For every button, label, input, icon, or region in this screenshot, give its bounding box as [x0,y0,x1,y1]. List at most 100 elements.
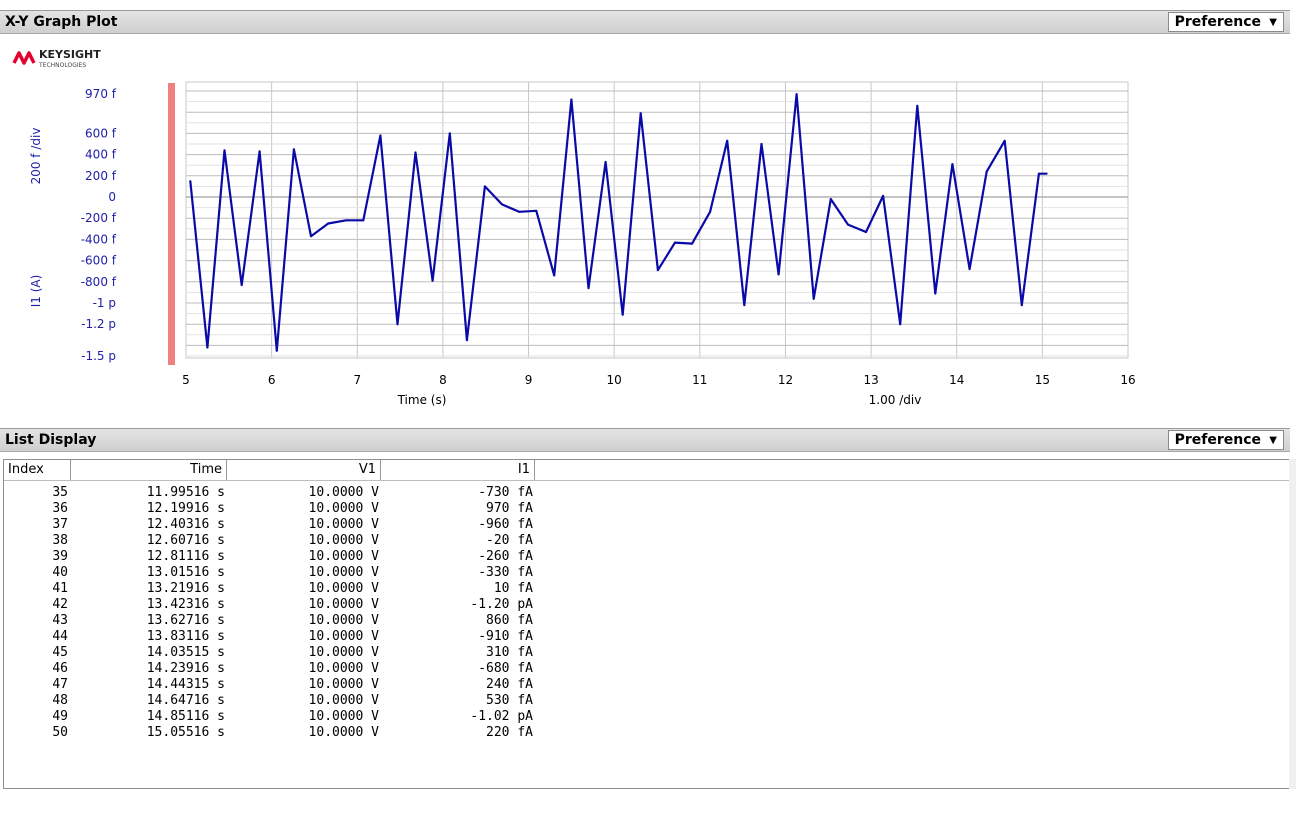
table-row[interactable]: 48 14.64716 s 10.0000 V 530 fA [4,693,1289,709]
list-display[interactable]: Index Time V1 I1 35 11.99516 s 10.0000 V -7… [3,459,1290,789]
table-row[interactable]: 49 14.85116 s 10.0000 V -1.02 pA [4,709,1289,725]
data-point [396,323,399,326]
cell-time: 12.40316 s [146,517,225,532]
data-point [553,274,556,277]
cell-v1: 10.0000 V [308,597,379,612]
chevron-down-icon: ▼ [1269,435,1277,446]
table-row[interactable]: 41 13.21916 s 10.0000 V 10 fA [4,581,1289,597]
data-point [777,273,780,276]
table-row[interactable]: 38 12.60716 s 10.0000 V -20 fA [4,533,1289,549]
table-row[interactable]: 44 13.83116 s 10.0000 V -910 fA [4,629,1289,645]
data-point [916,104,919,107]
cell-time: 14.44315 s [146,677,225,692]
cell-i1: -730 fA [478,485,533,500]
table-row[interactable]: 40 13.01516 s 10.0000 V -330 fA [4,565,1289,581]
list-column-headers: Index Time V1 I1 [4,460,1289,481]
data-point [431,279,434,282]
cell-i1: -680 fA [478,661,533,676]
table-row[interactable]: 39 12.81116 s 10.0000 V -260 fA [4,549,1289,565]
table-row[interactable]: 46 14.23916 s 10.0000 V -680 fA [4,661,1289,677]
x-tick-label: 14 [949,373,964,387]
cell-i1: -330 fA [478,565,533,580]
cell-v1: 10.0000 V [308,501,379,516]
cell-index: 37 [52,517,68,532]
cell-time: 13.21916 s [146,581,225,596]
data-point [448,132,451,135]
graph-preference-button[interactable]: Preference ▼ [1167,12,1284,32]
y-tick-label: -1.2 p [81,317,116,331]
data-point [726,139,729,142]
keysight-wave-icon [12,51,36,65]
cell-i1: 970 fA [486,501,533,516]
x-tick-label: 6 [268,373,276,387]
y-tick-label: 970 f [85,87,117,101]
data-point [743,304,746,307]
cell-index: 46 [52,661,68,676]
cell-v1: 10.0000 V [308,581,379,596]
table-row[interactable]: 42 13.42316 s 10.0000 V -1.20 pA [4,597,1289,613]
cell-i1: -960 fA [478,517,533,532]
table-row[interactable]: 36 12.19916 s 10.0000 V 970 fA [4,501,1289,517]
list-preference-button[interactable]: Preference ▼ [1167,430,1284,450]
graph-panel-title: X-Y Graph Plot [5,14,118,30]
cell-i1: -20 fA [486,533,533,548]
y-tick-label: -800 f [81,275,117,289]
x-tick-label: 12 [778,373,793,387]
x-tick-label: 16 [1120,373,1135,387]
table-row[interactable]: 47 14.44315 s 10.0000 V 240 fA [4,677,1289,693]
cell-v1: 10.0000 V [308,533,379,548]
logo-text: KEYSIGHT [39,48,101,61]
data-point [362,219,365,222]
data-point [864,230,867,233]
cell-index: 40 [52,565,68,580]
data-point [604,161,607,164]
table-row[interactable]: 37 12.40316 s 10.0000 V -960 fA [4,517,1289,533]
cell-i1: -260 fA [478,549,533,564]
x-tick-label: 11 [692,373,707,387]
cell-time: 14.85116 s [146,709,225,724]
cell-time: 14.64716 s [146,693,225,708]
table-row[interactable]: 50 15.05516 s 10.0000 V 220 fA [4,725,1289,741]
column-header-time[interactable]: Time [71,460,227,480]
table-row[interactable]: 35 11.99516 s 10.0000 V -730 fA [4,485,1289,501]
table-row[interactable]: 43 13.62716 s 10.0000 V 860 fA [4,613,1289,629]
y-tick-label: -1 p [93,296,116,310]
cell-i1: 10 fA [493,581,533,596]
graph-preference-label: Preference [1174,14,1261,30]
list-scrollbar[interactable] [1289,459,1296,789]
cell-i1: 860 fA [486,613,533,628]
cell-v1: 10.0000 V [308,693,379,708]
cell-time: 13.42316 s [146,597,225,612]
data-point [275,349,278,352]
list-panel-title: List Display [5,432,97,448]
data-point [899,323,902,326]
data-point [535,209,538,212]
column-header-i1[interactable]: I1 [381,460,535,480]
column-header-index[interactable]: Index [4,460,71,480]
data-point [951,163,954,166]
data-point [500,203,503,206]
x-tick-label: 7 [353,373,361,387]
y-scale-label: 200 f /div [29,128,43,185]
xy-graph[interactable]: 970 f 600 f 400 f 200 f 0 -200 f -400 f -600 f -… [0,70,1296,415]
y-tick-label: 200 f [85,169,117,183]
data-point [795,93,798,96]
data-point [968,268,971,271]
y-tick-label: 600 f [85,126,117,140]
column-header-v1[interactable]: V1 [227,460,381,480]
data-point [483,185,486,188]
cell-i1: -1.20 pA [470,597,533,612]
cell-v1: 10.0000 V [308,629,379,644]
cell-index: 43 [52,613,68,628]
data-point [673,241,676,244]
cell-time: 13.62716 s [146,613,225,628]
table-row[interactable]: 45 14.03515 s 10.0000 V 310 fA [4,645,1289,661]
cell-time: 13.83116 s [146,629,225,644]
cell-v1: 10.0000 V [308,485,379,500]
cell-index: 42 [52,597,68,612]
data-point [1045,172,1048,175]
x-tick-label: 15 [1035,373,1050,387]
cell-i1: -910 fA [478,629,533,644]
cell-time: 15.05516 s [146,725,225,740]
x-axis-label: Time (s) [397,393,447,407]
